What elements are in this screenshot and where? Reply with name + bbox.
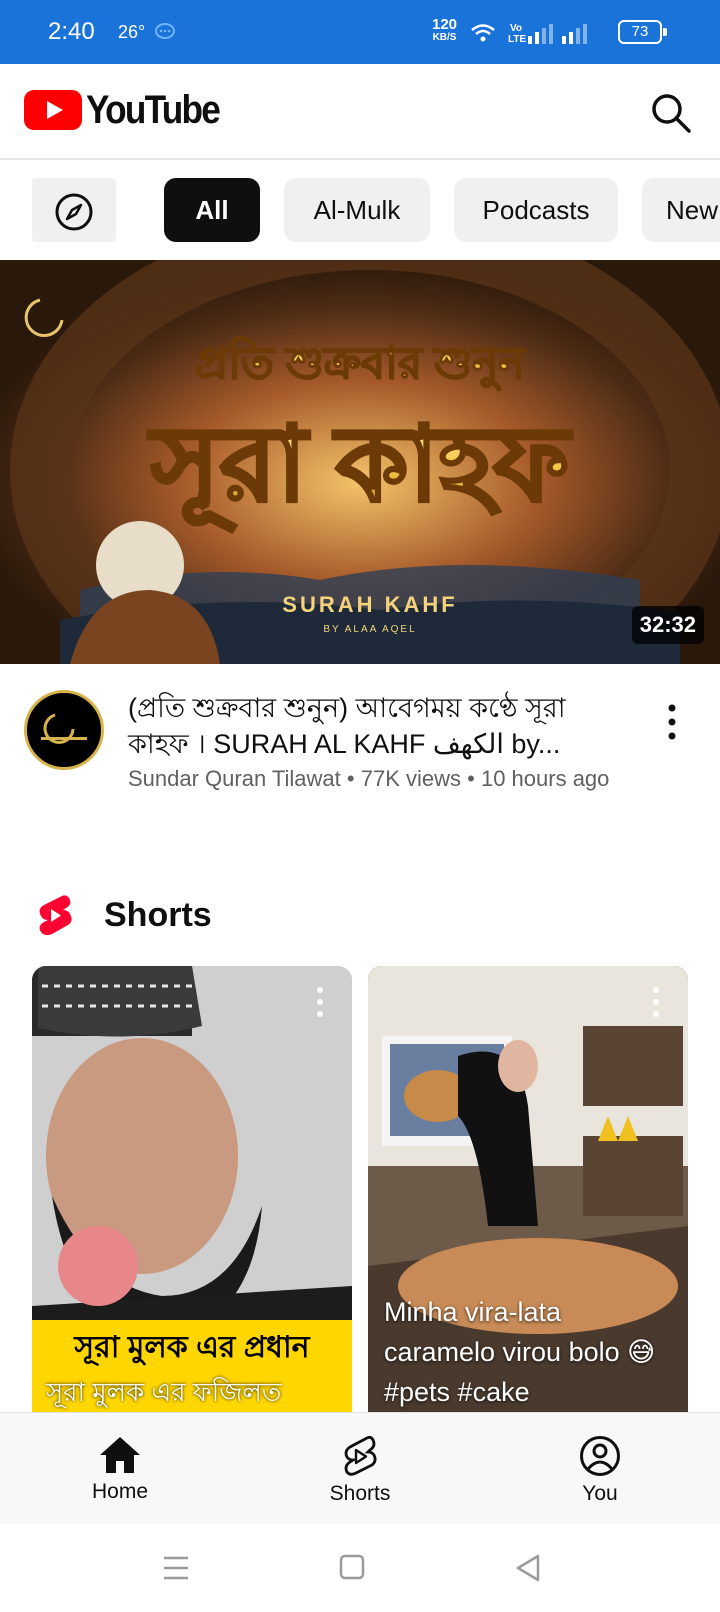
view-count: 77K views: [360, 766, 462, 791]
chip-al-mulk[interactable]: Al-Mulk: [284, 178, 430, 242]
channel-logo-icon: [41, 713, 87, 744]
signal-wifi-icons: Vo LTE: [471, 23, 587, 45]
menu-icon[interactable]: [156, 1550, 196, 1586]
thumbnail-text-3: SURAH KAHF: [282, 592, 457, 617]
account-icon: [580, 1436, 620, 1476]
shorts-icon: [344, 1435, 377, 1476]
signal-bars-2-icon: [562, 24, 587, 44]
short-caption: Minha vira-lata caramelo virou bolo 😅 #p…: [384, 1297, 656, 1407]
nav-shorts-label: Shorts: [329, 1482, 391, 1505]
nav-you-label: You: [582, 1482, 618, 1505]
thumbnail-text-2: সূরা কাহফ: [148, 407, 573, 533]
battery-icon: 73: [618, 20, 667, 44]
home-square-icon[interactable]: [332, 1550, 372, 1586]
thumbnail-artwork: প্রতি শুক্রবার শুনুন সূরা কাহফ SURAH KAH…: [0, 260, 720, 664]
nav-home[interactable]: Home: [40, 1413, 200, 1525]
app-header: YouTube: [0, 64, 720, 160]
video-title[interactable]: (প্রতি শুক্রবার শুনুন) আবেগময় কণ্ঠে সূর…: [128, 690, 628, 762]
status-temperature: 26°: [118, 22, 146, 42]
signal-bars-1-icon: [528, 24, 553, 44]
svg-text:LTE: LTE: [508, 34, 526, 45]
chip-all[interactable]: All: [164, 178, 260, 242]
back-icon[interactable]: [508, 1550, 548, 1586]
network-speed-unit: KB/S: [432, 32, 457, 43]
wifi-icon: [471, 24, 495, 35]
chip-new[interactable]: New: [642, 178, 720, 242]
message-bubble-icon: [155, 23, 175, 39]
network-speed: 120 KB/S: [432, 16, 458, 44]
shorts-section-title: Shorts: [104, 896, 212, 934]
chip-podcasts[interactable]: Podcasts: [454, 178, 618, 242]
youtube-wordmark: YouTube: [86, 88, 221, 132]
thumbnail-text-1: প্রতি শুক্রবার শুনুন: [195, 336, 526, 390]
short-more-icon[interactable]: [652, 986, 660, 1018]
compass-icon: [55, 193, 93, 231]
short-band-text: সূরা মুলক এর প্রধান: [74, 1331, 310, 1364]
nav-shorts[interactable]: Shorts: [280, 1413, 440, 1525]
short-more-icon[interactable]: [316, 986, 324, 1018]
search-icon[interactable]: [650, 92, 692, 134]
short-band-subtext: সূরা মুলক এর ফজিলত: [46, 1377, 282, 1407]
filter-chips: All Al-Mulk Podcasts New: [0, 172, 720, 246]
short-card[interactable]: Minha vira-lata caramelo virou bolo 😅 #p…: [368, 966, 688, 1412]
bottom-navigation: Home Shorts You: [0, 1412, 720, 1524]
video-duration: 32:32: [631, 606, 704, 644]
video-thumbnail[interactable]: প্রতি শুক্রবার শুনুন সূরা কাহফ SURAH KAH…: [0, 260, 720, 664]
status-bar: 2:40 26° 120 KB/S Vo LTE 73: [0, 0, 720, 64]
svg-text:Vo: Vo: [510, 23, 522, 34]
system-navigation-bar: [0, 1524, 720, 1612]
nav-you[interactable]: You: [520, 1413, 680, 1525]
video-meta: Sundar Quran Tilawat • 77K views • 10 ho…: [128, 766, 610, 791]
network-speed-value: 120: [432, 16, 458, 33]
status-time: 2:40: [48, 18, 95, 45]
explore-button[interactable]: [32, 178, 116, 242]
shorts-logo-icon: [39, 895, 72, 936]
home-icon: [100, 1437, 140, 1473]
short-title-band: সূরা মুলক এর প্রধান সূরা মুলক এর ফজিলত: [32, 1320, 352, 1412]
channel-name[interactable]: Sundar Quran Tilawat: [128, 766, 341, 791]
nav-home-label: Home: [91, 1480, 149, 1503]
short-card[interactable]: সূরা মুলক এর প্রধান সূরা মুলক এর ফজিলত: [32, 966, 352, 1412]
more-options-icon[interactable]: [662, 702, 682, 742]
upload-age: 10 hours ago: [480, 766, 610, 791]
channel-avatar[interactable]: [24, 690, 104, 770]
youtube-logo-icon[interactable]: [24, 90, 82, 130]
thumbnail-text-4: BY ALAA AQEL: [323, 624, 416, 635]
